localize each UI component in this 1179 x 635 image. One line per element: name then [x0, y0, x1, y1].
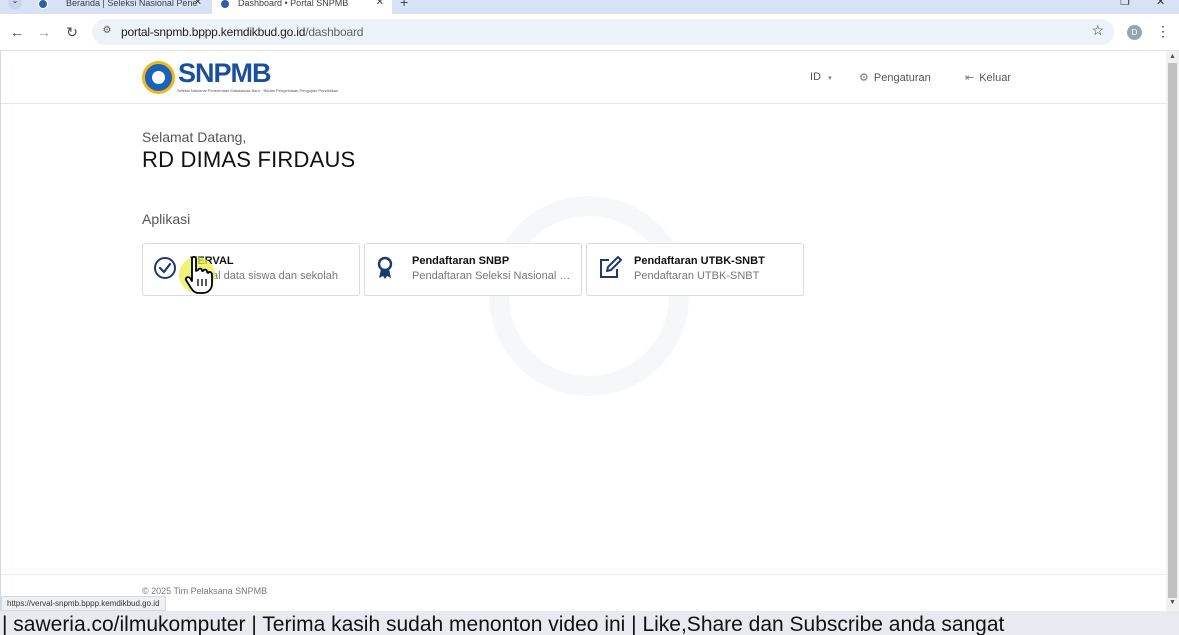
caret-down-icon: ▾ — [828, 75, 832, 82]
tab-title: Dashboard • Portal SNPMB — [238, 0, 349, 8]
tab-title: Beranda | Seleksi Nasional Pene — [66, 0, 198, 8]
app-card-utbk-snbt[interactable]: Pendaftaran UTBK-SNBT Pendaftaran UTBK-S… — [586, 243, 804, 296]
forward-arrow-icon[interactable]: → — [35, 23, 53, 41]
footer-copyright: © 2025 Tim Pelaksana SNPMB — [142, 586, 268, 596]
page-footer: © 2025 Tim Pelaksana SNPMB — [1, 574, 1166, 611]
browser-tab-bar: ⌄ Beranda | Seleksi Nasional Pene ✕ Dash… — [0, 0, 1179, 14]
user-name: RD DIMAS FIRDAUS — [142, 147, 356, 172]
site-favicon-icon — [220, 0, 230, 9]
url-text[interactable]: portal-snpmb.bppp.kemdikbud.go.id/dashbo… — [121, 25, 363, 39]
logout-icon: ⇤ — [965, 72, 975, 84]
close-tab-icon[interactable]: ✕ — [376, 0, 384, 8]
address-bar[interactable]: ⚙ portal-snpmb.bppp.kemdikbud.go.id/dash… — [92, 19, 1114, 45]
gear-icon: ⚙ — [859, 72, 869, 84]
applications-heading: Aplikasi — [142, 211, 191, 227]
tab-dashboard[interactable]: Dashboard • Portal SNPMB ✕ — [212, 0, 392, 14]
url-host: portal-snpmb.bppp.kemdikbud.go.id — [121, 25, 306, 39]
background-watermark — [489, 196, 689, 396]
app-card-subtitle: Pendaftaran Seleksi Nasional Berdasarkan… — [412, 270, 574, 282]
logo-subtitle: Seleksi Nasional Penerimaan Mahasiswa Ba… — [177, 88, 339, 93]
close-tab-icon[interactable]: ✕ — [194, 0, 202, 8]
new-tab-button[interactable]: + — [400, 0, 408, 10]
logout-link[interactable]: ⇤ Keluar — [965, 71, 1011, 84]
settings-label: Pengaturan — [873, 72, 931, 84]
site-header: SNPMB Seleksi Nasional Penerimaan Mahasi… — [1, 51, 1166, 104]
status-bar-link-preview: https://verval-snpmb.bppp.kemdikbud.go.i… — [1, 596, 166, 611]
app-card-snbp[interactable]: Pendaftaran SNBP Pendaftaran Seleksi Nas… — [364, 243, 582, 296]
settings-link[interactable]: ⚙ Pengaturan — [859, 71, 931, 84]
edit-icon — [600, 256, 622, 278]
logout-label: Keluar — [979, 72, 1012, 84]
profile-avatar[interactable]: D — [1127, 25, 1142, 40]
site-info-icon[interactable]: ⚙ — [100, 25, 114, 39]
scroll-up-arrow-icon[interactable]: ▲ — [1169, 53, 1176, 60]
hand-pointer-cursor-icon — [179, 255, 215, 294]
snpmb-logo[interactable]: SNPMB Seleksi Nasional Penerimaan Mahasi… — [142, 58, 338, 96]
scroll-down-arrow-icon[interactable]: ▼ — [1169, 599, 1176, 606]
app-card-title: Pendaftaran SNBP — [412, 255, 510, 267]
video-ticker-banner: | saweria.co/ilmukomputer | Terima kasih… — [0, 611, 1179, 635]
reload-icon[interactable]: ↻ — [63, 23, 81, 41]
scrollbar-thumb[interactable] — [1168, 63, 1177, 598]
tab-beranda[interactable]: Beranda | Seleksi Nasional Pene ✕ — [28, 0, 210, 14]
check-circle-icon — [154, 257, 176, 279]
site-favicon-icon — [38, 0, 48, 9]
language-dropdown[interactable]: ID ▾ — [810, 71, 837, 83]
browser-toolbar: ← → ↻ ⚙ portal-snpmb.bppp.kemdikbud.go.i… — [0, 14, 1179, 51]
bookmark-star-icon[interactable]: ☆ — [1091, 22, 1104, 39]
browser-menu-icon[interactable]: ⋮ — [1156, 23, 1170, 40]
greeting-text: Selamat Datang, — [142, 129, 247, 145]
restore-window-icon[interactable]: ❐ — [1120, 0, 1130, 8]
app-card-verval[interactable]: VERVAL Verval data siswa dan sekolah — [142, 243, 360, 296]
back-arrow-icon[interactable]: ← — [8, 23, 26, 41]
logo-text: SNPMB — [178, 58, 272, 88]
tab-search-button[interactable]: ⌄ — [8, 0, 22, 10]
close-window-icon[interactable]: ✕ — [1156, 0, 1165, 8]
app-card-title: Pendaftaran UTBK-SNBT — [634, 255, 765, 267]
ticker-text: | saweria.co/ilmukomputer | Terima kasih… — [2, 613, 1005, 635]
url-path: /dashboard — [305, 25, 364, 39]
award-icon — [377, 256, 393, 279]
app-card-subtitle: Pendaftaran UTBK-SNBT — [634, 270, 760, 282]
page-scrollbar[interactable]: ▲ ▼ — [1166, 51, 1179, 611]
language-label: ID — [810, 71, 821, 83]
tut-wuri-seal-icon — [142, 61, 175, 94]
page-viewport: SNPMB Seleksi Nasional Penerimaan Mahasi… — [0, 51, 1166, 611]
